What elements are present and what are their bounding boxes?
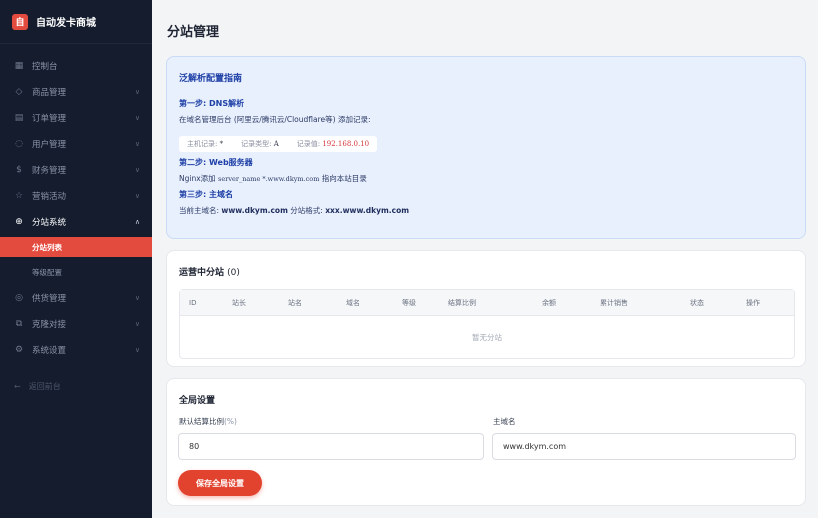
substations-count: (0) bbox=[227, 268, 240, 278]
ratio-label-text: 默认结算比例 bbox=[179, 417, 224, 426]
sidebar-item-label: 分站系统 bbox=[32, 218, 67, 228]
step3-title: 第三步: 主域名 bbox=[179, 190, 233, 199]
global-settings-title: 全局设置 bbox=[179, 396, 216, 406]
sidebar-item-products[interactable]: ◇ 商品管理 ∨ bbox=[0, 79, 152, 105]
dollar-icon: $ bbox=[16, 165, 22, 175]
step3-main-value: www.dkym.com bbox=[221, 206, 288, 215]
back-to-frontend-link[interactable]: ← 返回前台 bbox=[0, 373, 152, 399]
sidebar-item-label: 克隆对接 bbox=[32, 320, 67, 330]
chevron-down-icon: ∨ bbox=[134, 88, 140, 96]
substations-table: ID 站长 站名 域名 等级 结算比例 余额 累计销售 状态 操作 暂无分站 bbox=[179, 289, 795, 359]
sidebar-item-dashboard[interactable]: ▦ 控制台 bbox=[0, 53, 152, 79]
empty-state: 暂无分站 bbox=[472, 332, 502, 342]
star-icon: ☆ bbox=[14, 191, 24, 201]
col-ratio: 结算比例 bbox=[448, 298, 476, 307]
chevron-down-icon: ∨ bbox=[134, 114, 140, 122]
col-id: ID bbox=[189, 298, 197, 307]
box-icon: ◇ bbox=[15, 87, 23, 97]
col-balance: 余额 bbox=[542, 298, 556, 307]
dns-record-box: 主机记录: * 记录类型: A 记录值: 192.168.0.10 bbox=[179, 136, 378, 152]
col-name: 站名 bbox=[288, 298, 302, 307]
step3-main-label: 当前主域名: bbox=[179, 206, 220, 215]
step2-prefix: Nginx添加 bbox=[179, 174, 216, 183]
step1-text: 在域名管理后台 (阿里云/腾讯云/Cloudflare等) 添加记录: bbox=[179, 115, 371, 124]
sidebar-nav: ▦ 控制台 ◇ 商品管理 ∨ ▤ 订单管理 ∨ ◌ 用户管理 ∨ $ 财务管理 … bbox=[0, 44, 152, 399]
ratio-unit: (%) bbox=[224, 417, 237, 426]
users-icon: ◌ bbox=[15, 139, 23, 149]
document-icon: ▤ bbox=[14, 113, 24, 123]
main-content: 分站管理 泛解析配置指南 第一步: DNS解析 在域名管理后台 (阿里云/腾讯云… bbox=[152, 0, 818, 518]
chevron-down-icon: ∨ bbox=[134, 320, 140, 328]
main-domain-input[interactable]: www.dkym.com bbox=[492, 433, 796, 460]
table-header: ID 站长 站名 域名 等级 结算比例 余额 累计销售 状态 操作 bbox=[180, 290, 794, 316]
step1-title: 第一步: DNS解析 bbox=[179, 99, 245, 108]
record-value-label: 记录值: bbox=[296, 140, 321, 148]
supply-icon: ◎ bbox=[15, 293, 23, 303]
dashboard-icon: ▦ bbox=[14, 61, 24, 71]
brand-name: 自动发卡商城 bbox=[36, 18, 96, 29]
record-type-value: A bbox=[273, 140, 279, 148]
sidebar-item-marketing[interactable]: ☆ 营销活动 ∨ bbox=[0, 183, 152, 209]
chevron-down-icon: ∨ bbox=[134, 192, 140, 200]
step3-text: 当前主域名: www.dkym.com 分站格式: xxx.www.dkym.c… bbox=[179, 205, 793, 216]
substations-card: 运营中分站 (0) ID 站长 站名 域名 等级 结算比例 余额 累计销售 状态… bbox=[166, 250, 806, 367]
col-actions: 操作 bbox=[746, 298, 760, 307]
chevron-down-icon: ∨ bbox=[134, 140, 140, 148]
brand-logo: 自 bbox=[12, 13, 28, 30]
sidebar-subitem-substation-list[interactable]: 分站列表 bbox=[0, 237, 152, 257]
sidebar-item-substations[interactable]: ⊕ 分站系统 ∧ bbox=[0, 209, 152, 235]
sidebar-item-finance[interactable]: $ 财务管理 ∨ bbox=[0, 157, 152, 183]
save-global-settings-button[interactable]: 保存全局设置 bbox=[178, 470, 262, 496]
sidebar-item-clone[interactable]: ⧉ 克隆对接 ∨ bbox=[0, 311, 152, 337]
guide-title: 泛解析配置指南 bbox=[179, 74, 243, 84]
record-type-label: 记录类型: bbox=[241, 140, 272, 148]
step3-format-value: xxx.www.dkym.com bbox=[325, 206, 410, 215]
sidebar-item-label: 用户管理 bbox=[32, 140, 67, 150]
sidebar-item-label: 商品管理 bbox=[32, 88, 67, 98]
brand[interactable]: 自 自动发卡商城 bbox=[0, 0, 152, 44]
record-value-ip: 192.168.0.10 bbox=[322, 140, 370, 148]
step3-format-label: 分站格式: bbox=[290, 206, 323, 215]
col-total-sales: 累计销售 bbox=[600, 298, 628, 307]
sidebar-item-label: 供货管理 bbox=[32, 294, 67, 304]
default-ratio-input[interactable]: 80 bbox=[178, 433, 484, 460]
chevron-down-icon: ∨ bbox=[134, 294, 140, 302]
step2-suffix: 指向本站目录 bbox=[321, 174, 367, 183]
wildcard-dns-guide: 泛解析配置指南 第一步: DNS解析 在域名管理后台 (阿里云/腾讯云/Clou… bbox=[166, 56, 806, 239]
sidebar-item-users[interactable]: ◌ 用户管理 ∨ bbox=[0, 131, 152, 157]
chevron-down-icon: ∨ bbox=[134, 346, 140, 354]
page-title: 分站管理 bbox=[167, 25, 220, 40]
sidebar-item-label: 系统设置 bbox=[32, 346, 67, 356]
sidebar-item-label: 营销活动 bbox=[32, 192, 67, 202]
main-domain-label: 主域名 bbox=[493, 417, 516, 426]
substations-title: 运营中分站 (0) bbox=[179, 265, 240, 278]
globe-icon: ⊕ bbox=[15, 217, 23, 227]
sidebar-subitem-level-config[interactable]: 等级配置 bbox=[0, 259, 152, 285]
step2-title: 第二步: Web服务器 bbox=[179, 158, 253, 167]
clone-icon: ⧉ bbox=[15, 319, 23, 329]
sidebar-item-label: 订单管理 bbox=[32, 114, 67, 124]
back-label: 返回前台 bbox=[28, 381, 61, 391]
ratio-label: 默认结算比例(%) bbox=[179, 416, 237, 427]
sidebar-item-label: 控制台 bbox=[32, 62, 58, 72]
col-domain: 域名 bbox=[346, 298, 360, 307]
gear-icon: ⚙ bbox=[14, 345, 24, 355]
col-status: 状态 bbox=[690, 298, 704, 307]
global-settings-card: 全局设置 默认结算比例(%) 80 主域名 www.dkym.com 保存全局设… bbox=[166, 378, 806, 506]
record-host-value: * bbox=[219, 140, 224, 148]
col-level: 等级 bbox=[402, 298, 416, 307]
record-host-label: 主机记录: bbox=[187, 140, 218, 148]
step2-text: Nginx添加 server_name *.www.dkym.com 指向本站目… bbox=[179, 173, 793, 184]
substations-title-text: 运营中分站 bbox=[179, 268, 225, 278]
sidebar-item-supply[interactable]: ◎ 供货管理 ∨ bbox=[0, 285, 152, 311]
step2-code: server_name *.www.dkym.com bbox=[218, 175, 320, 183]
arrow-left-icon: ← bbox=[14, 381, 21, 391]
chevron-down-icon: ∨ bbox=[134, 166, 140, 174]
sidebar-item-settings[interactable]: ⚙ 系统设置 ∨ bbox=[0, 337, 152, 363]
sidebar-item-label: 财务管理 bbox=[32, 166, 67, 176]
sidebar-item-orders[interactable]: ▤ 订单管理 ∨ bbox=[0, 105, 152, 131]
col-owner: 站长 bbox=[232, 298, 246, 307]
sidebar: 自 自动发卡商城 ▦ 控制台 ◇ 商品管理 ∨ ▤ 订单管理 ∨ ◌ 用户管理 … bbox=[0, 0, 152, 518]
chevron-up-icon: ∧ bbox=[134, 218, 140, 226]
